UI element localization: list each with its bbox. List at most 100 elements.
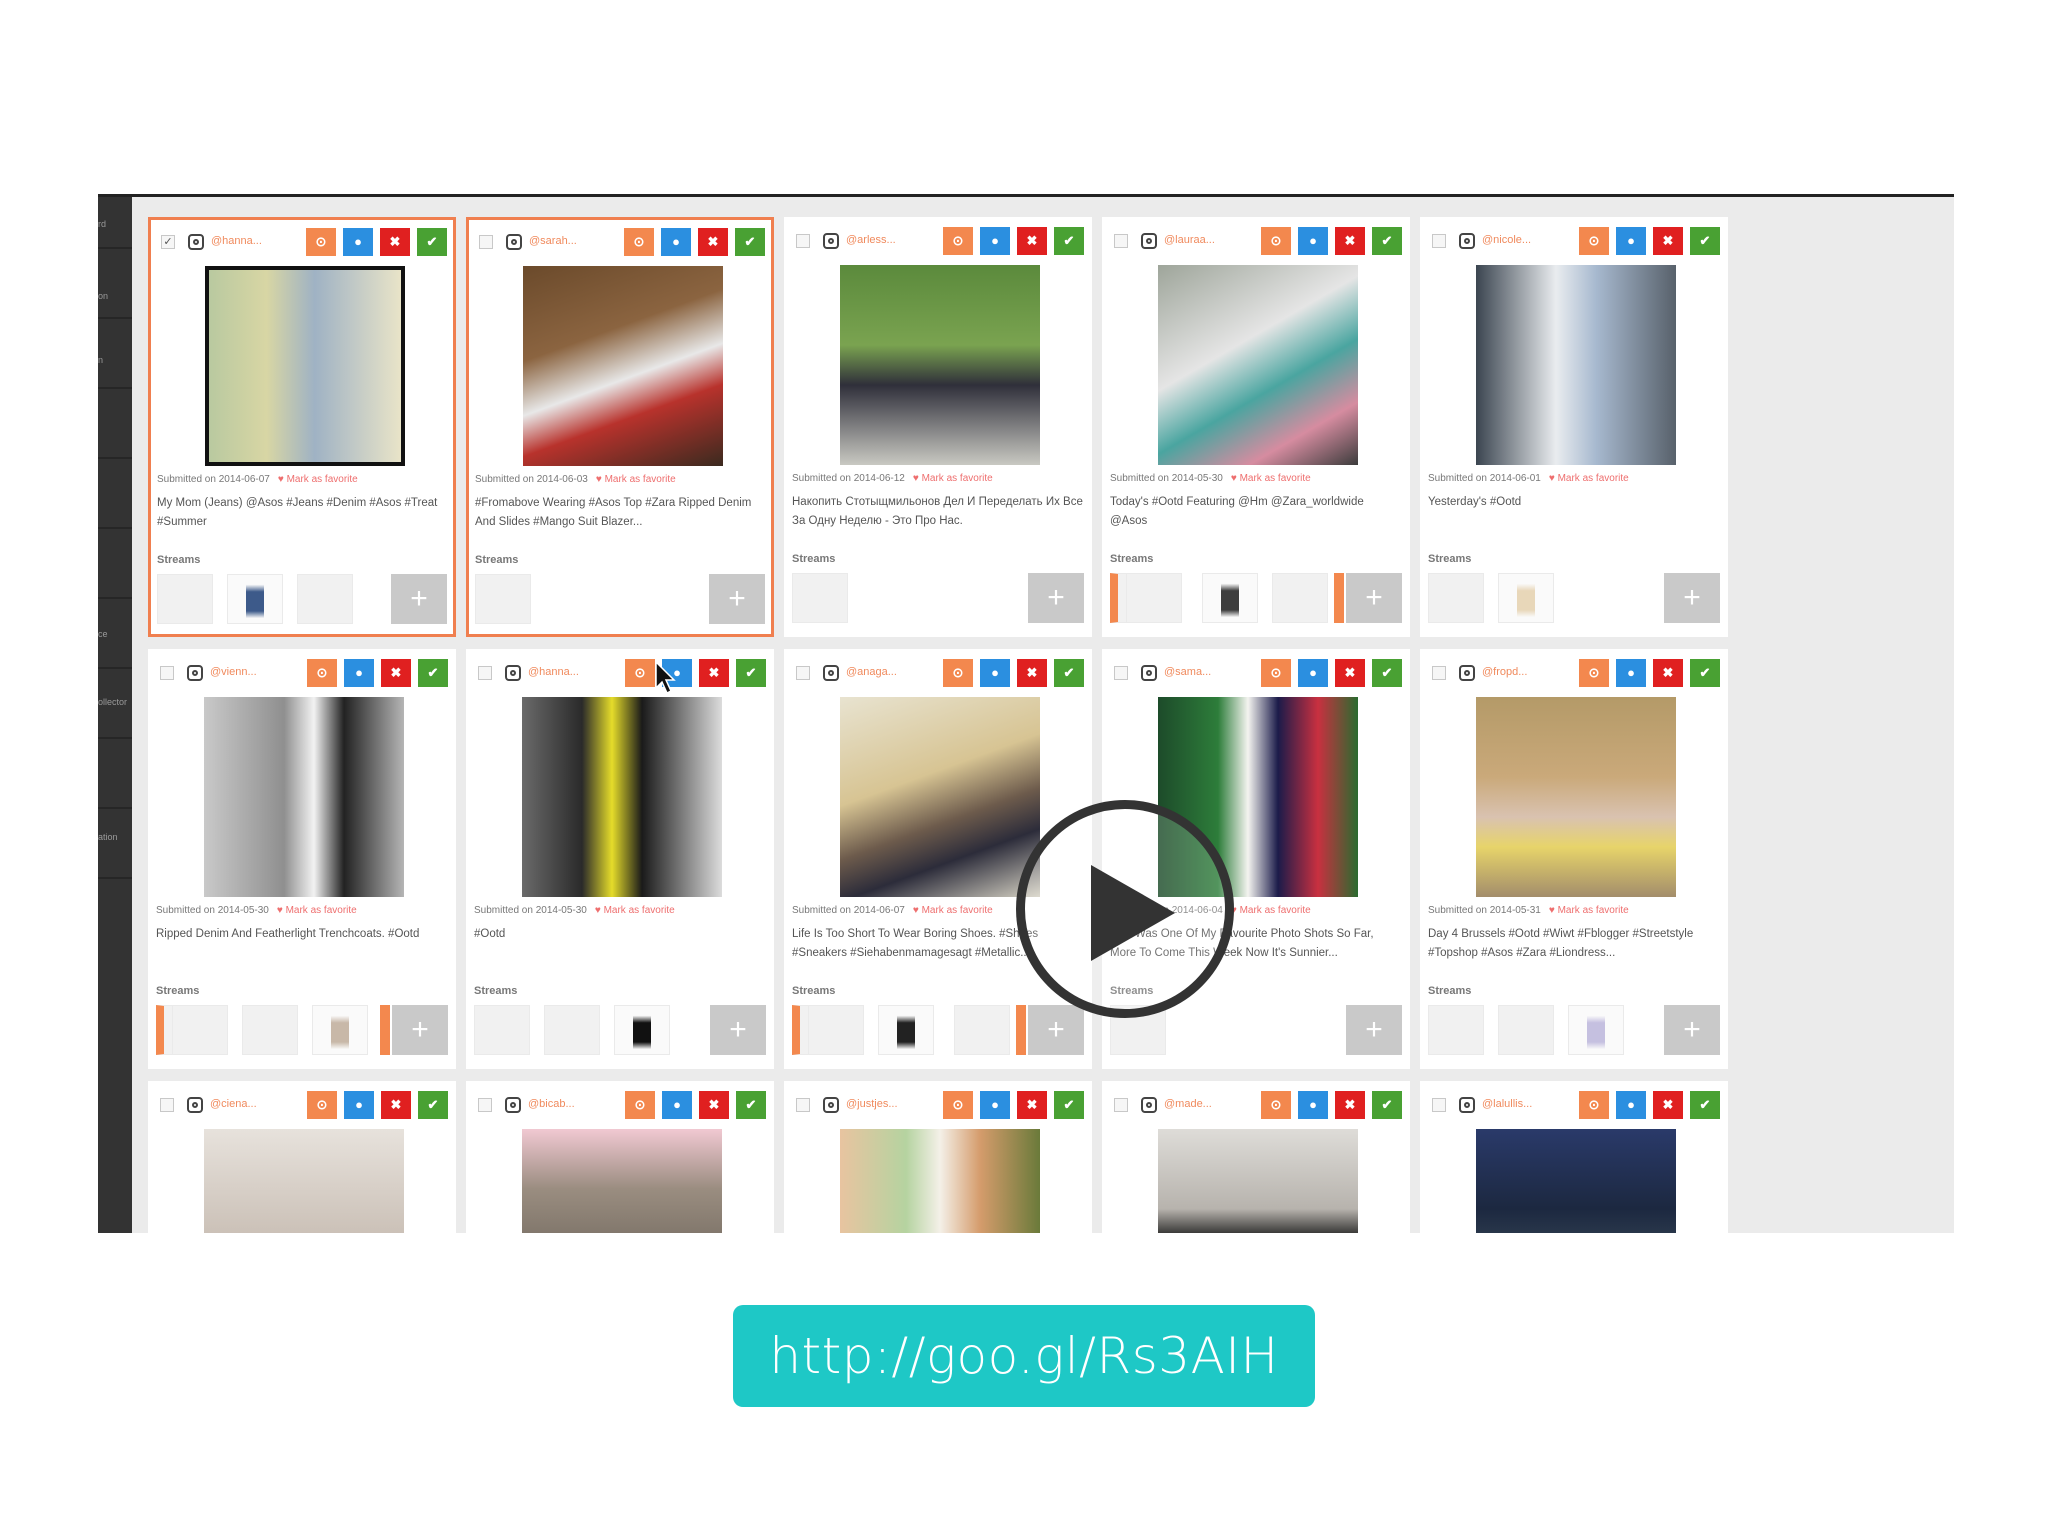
select-checkbox[interactable] xyxy=(1432,666,1446,680)
check-icon[interactable]: ✔ xyxy=(736,659,766,687)
username-link[interactable]: @justjes... xyxy=(846,1098,898,1110)
check-icon[interactable]: ✔ xyxy=(417,228,447,256)
submission-card[interactable]: @vienn... ⊙ ● ✖ ✔ Submitted on 2014-05-3… xyxy=(148,649,456,1069)
clock-icon[interactable]: ⊙ xyxy=(1261,1091,1291,1119)
select-checkbox[interactable]: ✓ xyxy=(161,235,175,249)
comment-icon[interactable]: ● xyxy=(980,659,1010,687)
select-checkbox[interactable] xyxy=(796,234,810,248)
check-icon[interactable]: ✔ xyxy=(1372,659,1402,687)
mark-favorite-link[interactable]: ♥ Mark as favorite xyxy=(913,905,993,916)
submission-card[interactable]: @lauraa... ⊙ ● ✖ ✔ Submitted on 2014-05-… xyxy=(1102,217,1410,637)
mark-favorite-link[interactable]: ♥ Mark as favorite xyxy=(1231,473,1311,484)
play-button[interactable] xyxy=(1016,800,1234,1018)
stream-thumbnail[interactable] xyxy=(312,1005,368,1055)
sidebar-item-label[interactable]: ation xyxy=(98,832,130,842)
close-icon[interactable]: ✖ xyxy=(1335,659,1365,687)
submission-card[interactable]: @sarah... ⊙ ● ✖ ✔ Submitted on 2014-06-0… xyxy=(466,217,774,637)
close-icon[interactable]: ✖ xyxy=(381,659,411,687)
comment-icon[interactable]: ● xyxy=(980,1091,1010,1119)
select-checkbox[interactable] xyxy=(478,1098,492,1112)
username-link[interactable]: @vienn... xyxy=(210,666,257,678)
mark-favorite-link[interactable]: ♥ Mark as favorite xyxy=(1549,473,1629,484)
sidebar-item-label[interactable]: ce xyxy=(98,629,130,639)
clock-icon[interactable]: ⊙ xyxy=(624,228,654,256)
mark-favorite-link[interactable]: ♥ Mark as favorite xyxy=(596,474,676,485)
comment-icon[interactable]: ● xyxy=(1616,659,1646,687)
stream-thumbnail[interactable] xyxy=(227,574,283,624)
stream-thumbnail[interactable] xyxy=(172,1005,228,1055)
submission-card[interactable]: @nicole... ⊙ ● ✖ ✔ Submitted on 2014-06-… xyxy=(1420,217,1728,637)
url-link[interactable]: http://goo.gl/Rs3AIH xyxy=(733,1305,1315,1407)
stream-scroll-tab[interactable] xyxy=(1334,573,1344,623)
stream-thumbnail[interactable] xyxy=(1272,573,1328,623)
username-link[interactable]: @anaga... xyxy=(846,666,897,678)
submission-photo[interactable] xyxy=(204,1129,404,1233)
submission-card[interactable]: @ciena... ⊙ ● ✖ ✔ xyxy=(148,1081,456,1233)
clock-icon[interactable]: ⊙ xyxy=(1579,1091,1609,1119)
select-checkbox[interactable] xyxy=(1114,1098,1128,1112)
submission-card[interactable]: @fropd... ⊙ ● ✖ ✔ Submitted on 2014-05-3… xyxy=(1420,649,1728,1069)
sidebar-item-label[interactable]: rd xyxy=(98,219,130,229)
comment-icon[interactable]: ● xyxy=(344,659,374,687)
select-checkbox[interactable] xyxy=(479,235,493,249)
submission-photo[interactable] xyxy=(205,266,405,466)
close-icon[interactable]: ✖ xyxy=(1017,659,1047,687)
check-icon[interactable]: ✔ xyxy=(418,659,448,687)
check-icon[interactable]: ✔ xyxy=(1690,659,1720,687)
close-icon[interactable]: ✖ xyxy=(1017,1091,1047,1119)
add-stream-button[interactable]: + xyxy=(391,574,447,624)
video-frame[interactable]: rd on n ce ollector ation ✓ @hanna... ⊙ … xyxy=(98,194,1954,1233)
submission-photo[interactable] xyxy=(1476,1129,1676,1233)
close-icon[interactable]: ✖ xyxy=(1335,227,1365,255)
mark-favorite-link[interactable]: ♥ Mark as favorite xyxy=(1549,905,1629,916)
submission-photo[interactable] xyxy=(840,697,1040,897)
close-icon[interactable]: ✖ xyxy=(699,659,729,687)
username-link[interactable]: @hanna... xyxy=(211,235,262,247)
submission-card[interactable]: ✓ @hanna... ⊙ ● ✖ ✔ Submitted on 2014-06… xyxy=(148,217,456,637)
add-stream-button[interactable]: + xyxy=(1028,1005,1084,1055)
select-checkbox[interactable] xyxy=(796,666,810,680)
submission-card[interactable]: @hanna... ⊙ ● ✖ ✔ Submitted on 2014-05-3… xyxy=(466,649,774,1069)
stream-thumbnail[interactable] xyxy=(544,1005,600,1055)
clock-icon[interactable]: ⊙ xyxy=(943,227,973,255)
check-icon[interactable]: ✔ xyxy=(736,1091,766,1119)
clock-icon[interactable]: ⊙ xyxy=(1261,227,1291,255)
username-link[interactable]: @lalullis... xyxy=(1482,1098,1532,1110)
check-icon[interactable]: ✔ xyxy=(1054,227,1084,255)
stream-thumbnail[interactable] xyxy=(1202,573,1258,623)
comment-icon[interactable]: ● xyxy=(661,228,691,256)
comment-icon[interactable]: ● xyxy=(980,227,1010,255)
sidebar-item-label[interactable]: n xyxy=(98,355,130,365)
mark-favorite-link[interactable]: ♥ Mark as favorite xyxy=(913,473,993,484)
comment-icon[interactable]: ● xyxy=(1298,227,1328,255)
check-icon[interactable]: ✔ xyxy=(735,228,765,256)
close-icon[interactable]: ✖ xyxy=(381,1091,411,1119)
stream-thumbnail[interactable] xyxy=(792,573,848,623)
submission-photo[interactable] xyxy=(840,1129,1040,1233)
stream-thumbnail[interactable] xyxy=(1498,573,1554,623)
submission-photo[interactable] xyxy=(1476,265,1676,465)
add-stream-button[interactable]: + xyxy=(1346,1005,1402,1055)
close-icon[interactable]: ✖ xyxy=(698,228,728,256)
stream-thumbnail[interactable] xyxy=(1428,1005,1484,1055)
comment-icon[interactable]: ● xyxy=(662,1091,692,1119)
submission-photo[interactable] xyxy=(523,266,723,466)
clock-icon[interactable]: ⊙ xyxy=(943,659,973,687)
submission-photo[interactable] xyxy=(1476,697,1676,897)
close-icon[interactable]: ✖ xyxy=(1653,1091,1683,1119)
username-link[interactable]: @sarah... xyxy=(529,235,577,247)
stream-thumbnail[interactable] xyxy=(808,1005,864,1055)
select-checkbox[interactable] xyxy=(478,666,492,680)
stream-thumbnail[interactable] xyxy=(475,574,531,624)
add-stream-button[interactable]: + xyxy=(1664,1005,1720,1055)
submission-photo[interactable] xyxy=(840,265,1040,465)
check-icon[interactable]: ✔ xyxy=(1372,1091,1402,1119)
stream-thumbnail[interactable] xyxy=(1498,1005,1554,1055)
comment-icon[interactable]: ● xyxy=(1298,659,1328,687)
mark-favorite-link[interactable]: ♥ Mark as favorite xyxy=(595,905,675,916)
stream-scroll-tab[interactable] xyxy=(380,1005,390,1055)
clock-icon[interactable]: ⊙ xyxy=(306,228,336,256)
comment-icon[interactable]: ● xyxy=(1616,1091,1646,1119)
comment-icon[interactable]: ● xyxy=(1298,1091,1328,1119)
select-checkbox[interactable] xyxy=(160,666,174,680)
